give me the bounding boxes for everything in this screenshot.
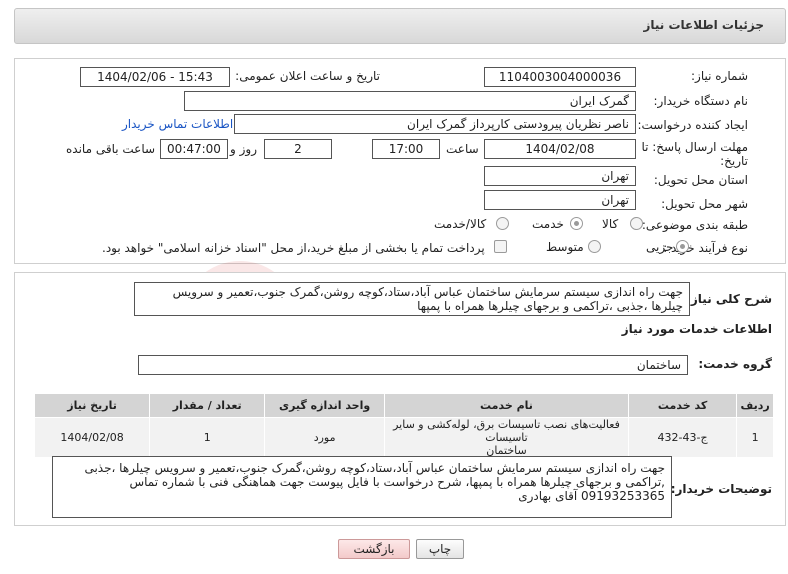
buyer-contact-link[interactable]: اطلاعات تماس خریدار bbox=[122, 117, 233, 131]
table-row: 1 ج-43-432 فعالیت‌های نصب تاسیسات برق، ل… bbox=[33, 417, 774, 458]
cell-name-line1: فعالیت‌های نصب تاسیسات برق، لوله‌کشی و س… bbox=[393, 418, 620, 444]
print-button[interactable]: چاپ bbox=[416, 539, 464, 559]
page-title: جزئیات اطلاعات نیاز bbox=[643, 18, 764, 32]
purchase-radio-medium[interactable] bbox=[588, 240, 601, 253]
cell-unit: مورد bbox=[264, 417, 385, 458]
table-header-row: ردیف کد خدمت نام خدمت واحد اندازه گیری ت… bbox=[33, 393, 774, 418]
treasury-note: پرداخت تمام یا بخشی از مبلغ خرید،از محل … bbox=[102, 241, 485, 255]
deadline-label-line2: تاریخ: bbox=[720, 154, 748, 168]
cell-date: 1404/02/08 bbox=[33, 417, 151, 458]
service-group-field: ساختمان bbox=[138, 355, 688, 375]
general-desc-label: شرح کلی نیاز: bbox=[686, 292, 772, 306]
buyer-desc-textarea: جهت راه اندازی سیستم سرمایش ساختمان عباس… bbox=[52, 456, 672, 518]
deadline-time-field: 17:00 bbox=[372, 139, 440, 159]
service-group-label: گروه خدمت: bbox=[698, 357, 772, 371]
buyer-desc-line1: جهت راه اندازی سیستم سرمایش ساختمان عباس… bbox=[84, 461, 665, 475]
category-radio-goods-service[interactable] bbox=[496, 217, 509, 230]
cell-qty: 1 bbox=[149, 417, 266, 458]
days-label: روز و bbox=[230, 142, 257, 156]
requester-field: ناصر نظریان پیرودستی کارپرداز گمرک ایران bbox=[234, 114, 636, 134]
general-desc-line1: جهت راه اندازی سیستم سرمایش ساختمان عباس… bbox=[172, 285, 683, 299]
delivery-city-label: شهر محل تحویل: bbox=[661, 197, 748, 211]
category-option-goods-service: کالا/خدمت bbox=[434, 217, 487, 231]
services-table: ردیف کد خدمت نام خدمت واحد اندازه گیری ت… bbox=[33, 393, 774, 458]
delivery-province-label: استان محل تحویل: bbox=[653, 173, 748, 187]
category-option-goods: کالا bbox=[602, 217, 619, 231]
deadline-time-label: ساعت bbox=[446, 142, 479, 156]
purchase-option-medium: متوسط bbox=[546, 240, 584, 254]
buyer-org-field: گمرک ایران bbox=[184, 91, 636, 111]
need-number-label: شماره نیاز: bbox=[691, 69, 748, 83]
announce-date-field: 1404/02/06 - 15:43 bbox=[80, 67, 230, 87]
cell-row: 1 bbox=[736, 417, 774, 458]
need-number-field: 1104003004000036 bbox=[484, 67, 636, 87]
announce-date-label: تاریخ و ساعت اعلان عمومی: bbox=[235, 69, 380, 83]
category-option-service: خدمت bbox=[532, 217, 564, 231]
category-radio-service[interactable] bbox=[570, 217, 583, 230]
category-radio-goods[interactable] bbox=[630, 217, 643, 230]
days-remaining-field: 2 bbox=[264, 139, 332, 159]
buyer-org-label: نام دستگاه خریدار: bbox=[653, 94, 749, 108]
col-unit-header: واحد اندازه گیری bbox=[264, 393, 385, 418]
deadline-date-field: 1404/02/08 bbox=[484, 139, 636, 159]
remaining-time-field: 00:47:00 bbox=[160, 139, 228, 159]
general-desc-line2: چیلرها ،جذبی ،تراکمی و برجهای چیلرها همر… bbox=[417, 299, 683, 313]
cell-name: فعالیت‌های نصب تاسیسات برق، لوله‌کشی و س… bbox=[383, 417, 629, 458]
delivery-province-field: تهران bbox=[484, 166, 636, 186]
col-qty-header: تعداد / مقدار bbox=[149, 393, 266, 418]
services-section-title: اطلاعات خدمات مورد نیاز bbox=[621, 322, 772, 336]
requester-label: ایجاد کننده درخواست: bbox=[637, 118, 748, 132]
col-row-header: ردیف bbox=[736, 393, 774, 418]
col-name-header: نام خدمت bbox=[383, 393, 629, 418]
need-info-panel bbox=[14, 58, 786, 264]
buyer-desc-label: توضیحات خریدار: bbox=[670, 482, 772, 496]
buyer-desc-line3: 09193253365 آقای بهادری bbox=[518, 489, 665, 503]
purchase-option-minor: جزیی bbox=[646, 240, 674, 254]
back-button[interactable]: بازگشت bbox=[338, 539, 410, 559]
col-code-header: کد خدمت bbox=[627, 393, 738, 418]
treasury-checkbox[interactable] bbox=[494, 240, 507, 253]
purchase-radio-minor[interactable] bbox=[676, 240, 689, 253]
general-desc-textarea: جهت راه اندازی سیستم سرمایش ساختمان عباس… bbox=[134, 282, 690, 316]
remaining-time-label: ساعت باقی مانده bbox=[66, 142, 156, 156]
category-label: طبقه بندی موضوعی: bbox=[641, 218, 748, 232]
buyer-desc-line2: ,تراکمی و برجهای چیلرها همراه با پمپها، … bbox=[129, 475, 665, 489]
delivery-city-field: تهران bbox=[484, 190, 636, 210]
cell-code: ج-43-432 bbox=[627, 417, 738, 458]
col-date-header: تاریخ نیاز bbox=[33, 393, 151, 418]
deadline-label-line1: مهلت ارسال پاسخ: تا bbox=[641, 140, 748, 154]
